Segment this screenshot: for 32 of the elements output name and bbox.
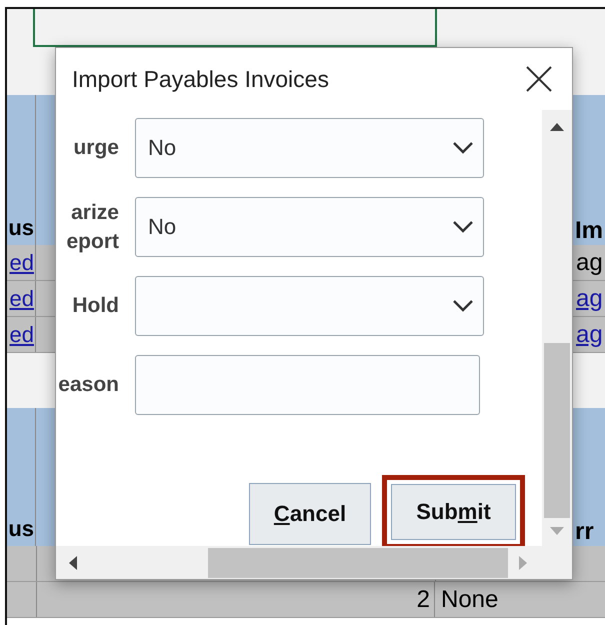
scroll-up-icon[interactable] — [550, 122, 564, 132]
scroll-left-icon[interactable] — [68, 556, 78, 570]
chevron-down-icon — [453, 300, 473, 312]
column-header: us — [8, 215, 34, 241]
table-link[interactable]: ed — [10, 286, 34, 312]
dropdown-field[interactable]: No — [135, 118, 484, 178]
table-cell: ag — [576, 248, 603, 276]
column-header: rr — [575, 518, 594, 546]
dropdown-field[interactable]: No — [135, 197, 484, 257]
dropdown-field[interactable] — [135, 276, 484, 336]
table-link[interactable]: ag — [576, 284, 603, 312]
table-cell: 2 — [416, 586, 430, 614]
scrollbar-thumb[interactable] — [208, 548, 508, 578]
table-link[interactable]: ag — [576, 320, 603, 348]
scroll-down-icon[interactable] — [550, 526, 564, 536]
table-link[interactable]: ed — [10, 250, 34, 276]
cancel-button[interactable]: Cancel — [249, 483, 371, 545]
scroll-right-icon[interactable] — [518, 556, 528, 570]
scrollbar-thumb[interactable] — [544, 343, 570, 518]
field-label: arize eport — [66, 200, 119, 255]
table-link[interactable]: ed — [10, 322, 34, 348]
dialog-title: Import Payables Invoices — [72, 66, 329, 92]
input-field[interactable] — [135, 355, 480, 415]
field-label: Hold — [71, 293, 119, 320]
chevron-down-icon — [453, 142, 473, 154]
table-cell: None — [441, 586, 498, 614]
field-label: urge — [72, 135, 119, 162]
field-label: eason — [57, 372, 119, 398]
column-header: us — [8, 516, 34, 542]
column-header: Im — [575, 217, 604, 245]
close-icon[interactable] — [526, 66, 552, 92]
chevron-down-icon — [453, 221, 473, 233]
